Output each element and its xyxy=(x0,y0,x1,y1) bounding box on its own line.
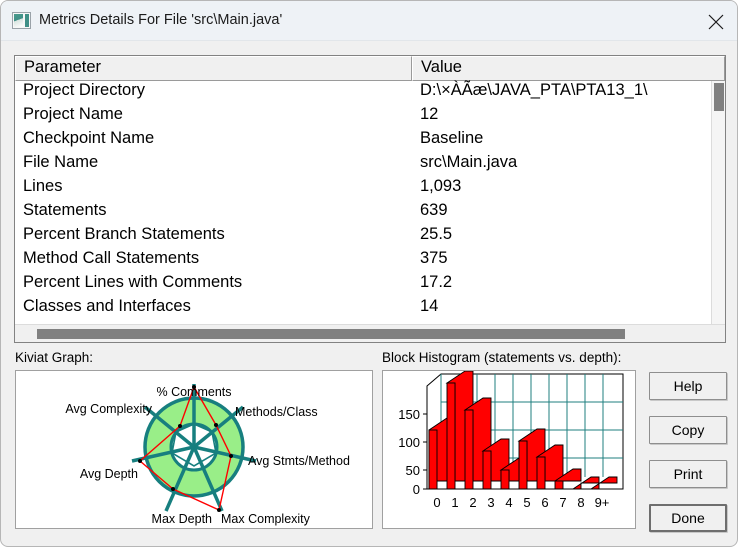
kiviat-graph-panel[interactable]: % Comments Methods/Class Avg Stmts/Metho… xyxy=(15,370,373,529)
table-row[interactable]: File Name src\Main.java xyxy=(15,153,725,177)
table-row[interactable]: Project Directory D:\×ÀÃæ\JAVA_PTA\PTA13… xyxy=(15,81,725,105)
cell-value: D:\×ÀÃæ\JAVA_PTA\PTA13_1\ xyxy=(420,81,648,99)
table-row[interactable]: Statements 639 xyxy=(15,201,725,225)
histogram-x-axis: 0 1 2 3 4 5 6 7 8 9+ xyxy=(427,488,623,510)
block-histogram-panel[interactable]: 150 100 50 0 0 1 2 3 4 5 6 7 8 9+ xyxy=(382,370,636,529)
table-row[interactable]: Percent Lines with Comments 17.2 xyxy=(15,273,725,297)
copy-button[interactable]: Copy xyxy=(649,416,727,444)
metrics-window-icon xyxy=(12,12,31,29)
metrics-table[interactable]: Parameter Value Project Directory D:\×ÀÃ… xyxy=(14,55,726,343)
x-tick-2: 2 xyxy=(469,495,476,510)
table-row[interactable]: Project Name 12 xyxy=(15,105,725,129)
cell-parameter: Percent Lines with Comments xyxy=(23,273,243,291)
cell-value: 17.2 xyxy=(420,273,453,291)
table-row[interactable]: Lines 1,093 xyxy=(15,177,725,201)
kiviat-label-methods-class: Methods/Class xyxy=(235,405,318,419)
metrics-details-window: Metrics Details For File 'src\Main.java'… xyxy=(0,0,738,547)
cell-value: Baseline xyxy=(420,129,484,147)
x-tick-7: 7 xyxy=(559,495,566,510)
cell-value: 375 xyxy=(420,249,448,267)
table-horizontal-scrollbar[interactable] xyxy=(15,324,725,342)
cell-parameter: Checkpoint Name xyxy=(23,129,155,147)
kiviat-chart: % Comments Methods/Class Avg Stmts/Metho… xyxy=(65,384,350,526)
x-tick-8: 8 xyxy=(577,495,584,510)
cell-value: 25.5 xyxy=(420,225,453,243)
kiviat-label-comments: % Comments xyxy=(156,385,231,399)
cell-parameter: Lines xyxy=(23,177,63,195)
kiviat-label-max-depth: Max Depth xyxy=(152,512,212,526)
close-button[interactable] xyxy=(693,1,737,40)
kiviat-label-max-complexity: Max Complexity xyxy=(221,512,311,526)
cell-parameter: Classes and Interfaces xyxy=(23,297,191,315)
kiviat-graph-label: Kiviat Graph: xyxy=(15,350,94,365)
close-icon xyxy=(708,14,724,30)
title-bar: Metrics Details For File 'src\Main.java' xyxy=(1,1,737,41)
table-body: Project Directory D:\×ÀÃæ\JAVA_PTA\PTA13… xyxy=(15,81,725,321)
cell-value: src\Main.java xyxy=(420,153,518,171)
table-vertical-scrollbar[interactable] xyxy=(711,81,725,342)
block-histogram-label: Block Histogram (statements vs. depth): xyxy=(382,350,622,365)
x-tick-6: 6 xyxy=(541,495,548,510)
table-row[interactable]: Classes and Interfaces 14 xyxy=(15,297,725,321)
kiviat-label-avg-complexity: Avg Complexity xyxy=(65,402,152,416)
table-row[interactable]: Percent Branch Statements 25.5 xyxy=(15,225,725,249)
y-tick-150: 150 xyxy=(398,407,420,422)
cell-parameter: Project Name xyxy=(23,105,123,123)
cell-value: 14 xyxy=(420,297,439,315)
x-tick-4: 4 xyxy=(505,495,512,510)
cell-parameter: File Name xyxy=(23,153,99,171)
cell-value: 639 xyxy=(420,201,448,219)
x-tick-9plus: 9+ xyxy=(595,495,610,510)
window-title: Metrics Details For File 'src\Main.java' xyxy=(39,12,283,28)
histogram-y-axis: 150 100 50 0 xyxy=(398,386,428,497)
x-tick-1: 1 xyxy=(451,495,458,510)
histogram-chart: 150 100 50 0 0 1 2 3 4 5 6 7 8 9+ xyxy=(398,371,624,510)
kiviat-label-avg-depth: Avg Depth xyxy=(80,467,138,481)
done-button[interactable]: Done xyxy=(649,504,727,532)
cell-value: 1,093 xyxy=(420,177,462,195)
vertical-scrollbar-thumb[interactable] xyxy=(714,83,724,111)
table-row[interactable]: Method Call Statements 375 xyxy=(15,249,725,273)
column-header-value[interactable]: Value xyxy=(412,56,725,81)
table-header-row: Parameter Value xyxy=(15,56,725,81)
x-tick-3: 3 xyxy=(487,495,494,510)
cell-parameter: Statements xyxy=(23,201,107,219)
y-tick-100: 100 xyxy=(398,435,420,450)
print-button[interactable]: Print xyxy=(649,460,727,488)
table-row[interactable]: Checkpoint Name Baseline xyxy=(15,129,725,153)
y-tick-0: 0 xyxy=(413,482,420,497)
help-button[interactable]: Help xyxy=(649,372,727,400)
y-tick-50: 50 xyxy=(406,463,420,478)
kiviat-label-avg-stmts-method: Avg Stmts/Method xyxy=(248,454,350,468)
cell-parameter: Percent Branch Statements xyxy=(23,225,225,243)
cell-parameter: Project Directory xyxy=(23,81,145,99)
column-header-parameter[interactable]: Parameter xyxy=(15,56,412,81)
cell-value: 12 xyxy=(420,105,439,123)
x-tick-0: 0 xyxy=(433,495,440,510)
x-tick-5: 5 xyxy=(523,495,530,510)
cell-parameter: Method Call Statements xyxy=(23,249,200,267)
horizontal-scrollbar-thumb[interactable] xyxy=(37,329,625,339)
